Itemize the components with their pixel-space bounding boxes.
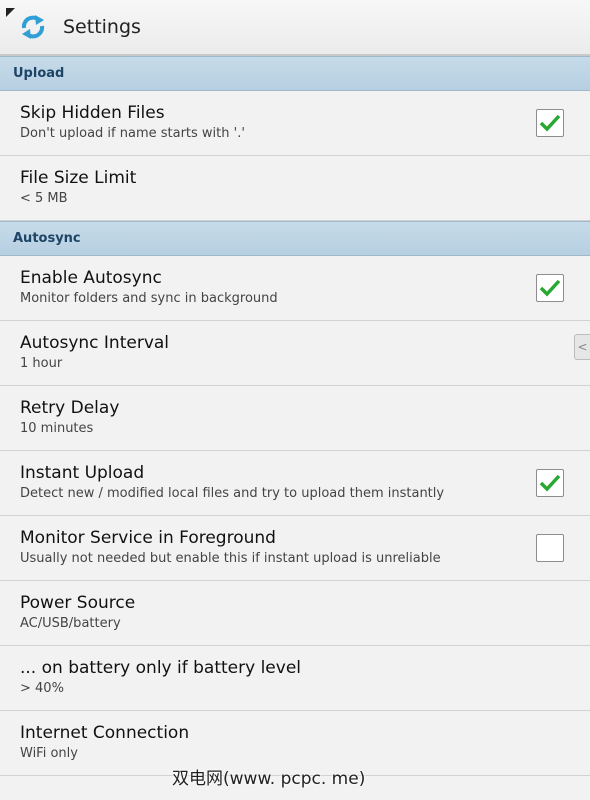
check-icon — [539, 279, 561, 297]
pref-title: Retry Delay — [20, 398, 120, 418]
section-header-upload: Upload — [0, 56, 590, 91]
check-icon — [539, 474, 561, 492]
pref-title: ... on battery only if battery level — [20, 658, 301, 678]
pref-battery-level[interactable]: ... on battery only if battery level > 4… — [0, 646, 590, 711]
pref-summary: WiFi only — [20, 746, 78, 761]
pref-summary: 10 minutes — [20, 421, 94, 436]
pref-title: File Size Limit — [20, 168, 137, 188]
pref-summary: Detect new / modified local files and tr… — [20, 486, 445, 501]
pref-title: Monitor Service in Foreground — [20, 528, 276, 548]
pref-title: Skip Hidden Files — [20, 103, 165, 123]
pref-summary: AC/USB/battery — [20, 616, 121, 631]
instant-upload-checkbox[interactable] — [536, 469, 564, 497]
pref-title: Enable Autosync — [20, 268, 162, 288]
pref-skip-hidden-files[interactable]: Skip Hidden Files Don't upload if name s… — [0, 91, 590, 156]
pref-summary: Monitor folders and sync in background — [20, 291, 278, 306]
pref-title: Autosync Interval — [20, 333, 170, 353]
corner-indicator — [6, 8, 15, 17]
pref-power-source[interactable]: Power Source AC/USB/battery — [0, 581, 590, 646]
pref-title: Instant Upload — [20, 463, 145, 483]
pref-instant-upload[interactable]: Instant Upload Detect new / modified loc… — [0, 451, 590, 516]
side-drawer-handle[interactable]: < — [574, 334, 590, 360]
pref-autosync-interval[interactable]: Autosync Interval 1 hour — [0, 321, 590, 386]
check-icon — [539, 114, 561, 132]
pref-summary: > 40% — [20, 681, 64, 696]
monitor-service-checkbox[interactable] — [536, 534, 564, 562]
pref-summary: Usually not needed but enable this if in… — [20, 551, 441, 566]
pref-title: Power Source — [20, 593, 136, 613]
pref-file-size-limit[interactable]: File Size Limit < 5 MB — [0, 156, 590, 221]
section-header-autosync: Autosync — [0, 221, 590, 256]
enable-autosync-checkbox[interactable] — [536, 274, 564, 302]
pref-monitor-service-foreground[interactable]: Monitor Service in Foreground Usually no… — [0, 516, 590, 581]
watermark-text: 双电网(www. pcpc. me) — [172, 769, 366, 789]
pref-enable-autosync[interactable]: Enable Autosync Monitor folders and sync… — [0, 256, 590, 321]
page-title: Settings — [63, 16, 141, 38]
sync-arrows-icon[interactable] — [18, 12, 48, 42]
action-bar: Settings — [0, 0, 590, 56]
pref-title: Internet Connection — [20, 723, 190, 743]
skip-hidden-checkbox[interactable] — [536, 109, 564, 137]
pref-summary: < 5 MB — [20, 191, 68, 206]
pref-summary: 1 hour — [20, 356, 63, 371]
pref-summary: Don't upload if name starts with '.' — [20, 126, 245, 141]
pref-retry-delay[interactable]: Retry Delay 10 minutes — [0, 386, 590, 451]
